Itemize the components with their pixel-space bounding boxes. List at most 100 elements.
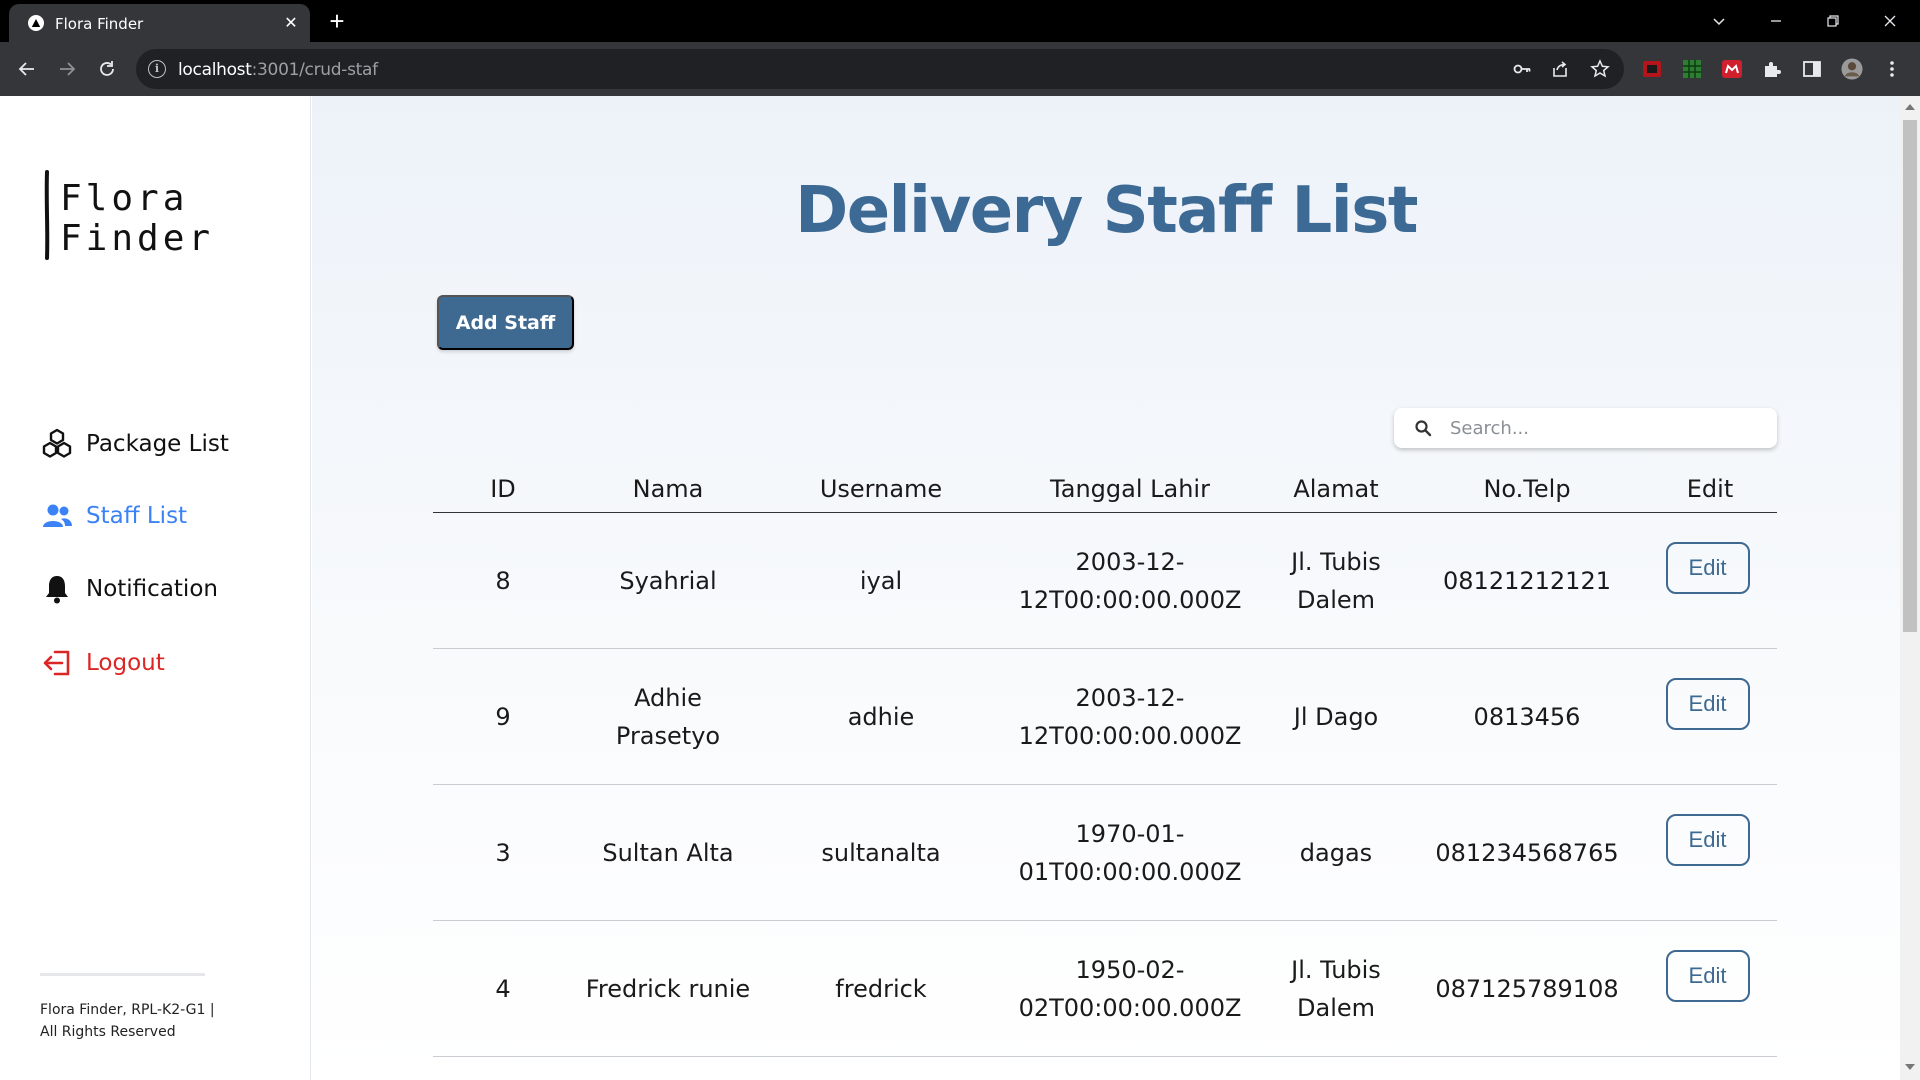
page: Flora Finder Package List Staff List Not… [0,96,1920,1080]
cell-no-telp: 081234568765 [1435,838,1619,867]
table-row: 3 Sultan Alta sultanalta 1970-01- 01T00:0… [433,785,1777,921]
browser-tab-bar: Flora Finder ✕ + [0,0,1920,42]
edit-button[interactable]: Edit [1665,542,1750,594]
restore-icon[interactable] [1818,8,1848,34]
more-menu-icon[interactable] [1881,58,1903,80]
window-close-icon[interactable] [1875,8,1905,34]
cell-id: 3 [495,838,511,867]
sidebar-item-notification[interactable]: Notification [40,569,218,609]
cell-alamat: dagas [1299,838,1373,867]
extension-green-icon[interactable] [1681,58,1703,80]
sidebar-item-label: Notification [86,576,218,602]
close-icon[interactable]: ✕ [281,13,301,33]
cell-tanggal-lahir: 2003-12- 12T00:00:00.000Z [1018,547,1242,614]
svg-text:Flora: Flora [60,178,188,219]
cell-alamat: Jl. Tubis Dalem [1291,547,1381,614]
cell-tanggal-lahir: 2003-12- 12T00:00:00.000Z [1018,683,1242,750]
bell-icon [40,572,74,606]
cell-nama: Sultan Alta [602,838,734,867]
scroll-down-icon[interactable] [1905,1064,1915,1070]
back-icon[interactable] [12,54,42,84]
key-icon[interactable] [1512,59,1532,79]
cell-nama: Fredrick runie [585,974,751,1003]
share-icon[interactable] [1550,59,1570,79]
cell-edit: Edit [1643,921,1777,1056]
cell-no-telp: 087125789108 [1435,974,1619,1003]
scrollbar[interactable] [1900,96,1920,1080]
main-content: Delivery Staff List Add Staff ID Nama Us… [312,96,1900,1080]
sidebar-item-label: Package List [86,431,229,457]
sidebar-item-label: Logout [86,650,165,676]
cell-id: 8 [495,566,511,595]
forward-icon[interactable] [52,54,82,84]
footer-line: Flora Finder, RPL-K2-G1 | [40,1002,215,1018]
cell-no-telp: 08121212121 [1443,566,1611,595]
page-title: Delivery Staff List [795,174,1418,248]
table-row: 9 Adhie Prasetyo adhie 2003-12- 12T00:00:… [433,649,1777,785]
cell-username: adhie [847,702,915,731]
edit-button[interactable]: Edit [1665,814,1750,866]
cell-edit: Edit [1643,785,1777,920]
avatar[interactable] [1841,58,1863,80]
cell-nama: Adhie Prasetyo [615,683,721,750]
puzzle-icon[interactable] [1761,58,1783,80]
cell-username: fredrick [835,974,927,1003]
column-header-username: Username [819,474,943,503]
browser-toolbar: i localhost:3001/crud-staf [0,42,1920,96]
cell-tanggal-lahir: 1970-01- 01T00:00:00.000Z [1018,819,1242,886]
sidebar-item-package-list[interactable]: Package List [40,424,229,464]
column-header-edit: Edit [1686,474,1734,503]
users-icon [40,499,74,533]
sidebar: Flora Finder Package List Staff List Not… [0,96,311,1080]
sidebar-item-label: Staff List [86,503,188,529]
table-row: 4 Fredrick runie fredrick 1950-02- 02T00:… [433,921,1777,1057]
browser-tab[interactable]: Flora Finder ✕ [9,4,310,42]
footer-line: All Rights Reserved [40,1024,176,1040]
address-bar[interactable]: i localhost:3001/crud-staf [136,49,1624,89]
search-input[interactable] [1450,414,1760,442]
cell-alamat: Jl Dago [1293,702,1379,731]
cell-username: iyal [859,566,903,595]
cell-id: 9 [495,702,511,731]
new-tab-button[interactable]: + [324,8,350,34]
search-box [1394,408,1777,448]
scroll-up-icon[interactable] [1905,104,1915,110]
cell-nama: Syahrial [619,566,717,595]
info-icon[interactable]: i [148,60,166,78]
tab-title: Flora Finder [55,15,144,33]
staff-table: ID Nama Username Tanggal Lahir Alamat No… [433,470,1777,1057]
star-icon[interactable] [1590,59,1610,79]
sidebar-divider [40,973,205,976]
package-icon [40,427,74,461]
cell-edit: Edit [1643,649,1777,784]
sidebar-item-staff-list[interactable]: Staff List [40,496,187,536]
edit-button[interactable]: Edit [1665,950,1750,1002]
triangle-icon [28,15,44,31]
svg-text:Finder: Finder [60,218,214,259]
cell-id: 4 [495,974,511,1003]
cell-alamat: Jl. Tubis Dalem [1291,955,1381,1022]
sidebar-footer: Flora Finder, RPL-K2-G1 | All Rights Res… [40,999,240,1043]
extension-red-icon[interactable] [1641,58,1663,80]
table-header: ID Nama Username Tanggal Lahir Alamat No… [433,470,1777,513]
column-header-no-telp: No.Telp [1483,474,1571,503]
table-row: 8 Syahrial iyal 2003-12- 12T00:00:00.000Z… [433,513,1777,649]
add-staff-button[interactable]: Add Staff [437,295,574,350]
reload-icon[interactable] [92,54,122,84]
column-header-tanggal-lahir: Tanggal Lahir [1050,474,1210,503]
edit-button[interactable]: Edit [1665,678,1750,730]
sidepanel-icon[interactable] [1801,58,1823,80]
minimize-icon[interactable] [1761,8,1791,34]
chevron-down-icon[interactable] [1704,8,1734,34]
cell-tanggal-lahir: 1950-02- 02T00:00:00.000Z [1018,955,1242,1022]
scroll-thumb[interactable] [1903,120,1917,632]
search-icon [1415,420,1432,437]
cell-username: sultanalta [821,838,941,867]
extension-mendeley-icon[interactable] [1721,58,1743,80]
logo: Flora Finder [42,170,222,260]
column-header-id: ID [490,474,516,503]
sidebar-item-logout[interactable]: Logout [40,643,165,683]
column-header-alamat: Alamat [1293,474,1379,503]
cell-edit: Edit [1643,513,1777,648]
url-text: localhost:3001/crud-staf [178,60,378,80]
